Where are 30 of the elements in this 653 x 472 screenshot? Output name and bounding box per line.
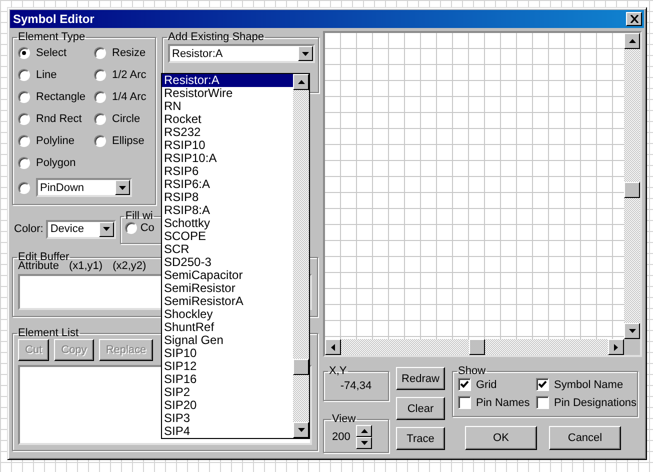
zoom-value: 200	[332, 431, 350, 443]
option-label: Ellipse	[112, 135, 144, 147]
group-label: Element List	[17, 327, 80, 339]
option-label: Pin Designations	[554, 396, 637, 408]
column-label: (x2,y2)	[112, 260, 146, 272]
option-label: Line	[36, 69, 57, 81]
option-label: Resize	[112, 47, 146, 59]
column-label: Attribute	[18, 260, 59, 272]
option-label: Polyline	[36, 135, 75, 147]
group-label: Show	[457, 365, 487, 377]
color-label: Color:	[14, 223, 44, 235]
option-label: 1/4 Arc	[112, 91, 146, 103]
option-label: Symbol Name	[554, 378, 624, 390]
group-label: X,Y	[328, 365, 348, 377]
group-label: View	[331, 413, 357, 425]
option-label: 1/2 Arc	[112, 69, 146, 81]
option-label: Grid	[476, 378, 497, 390]
option-label: Co	[140, 222, 154, 234]
group-label: Fill wi	[124, 210, 154, 222]
option-label: Rnd Rect	[36, 113, 82, 125]
option-label: Polygon	[36, 157, 76, 169]
window-title: Symbol Editor	[13, 12, 94, 26]
column-label: (x1,y1)	[68, 260, 103, 272]
option-label: Rectangle	[36, 91, 86, 103]
group-label: Add Existing Shape	[167, 31, 266, 43]
option-label: Select	[36, 47, 67, 59]
option-label: Pin Names	[476, 396, 530, 408]
group-label: Element Type	[17, 31, 86, 43]
coordinates-value: -74,34	[340, 380, 372, 392]
option-label: Circle	[112, 113, 140, 125]
